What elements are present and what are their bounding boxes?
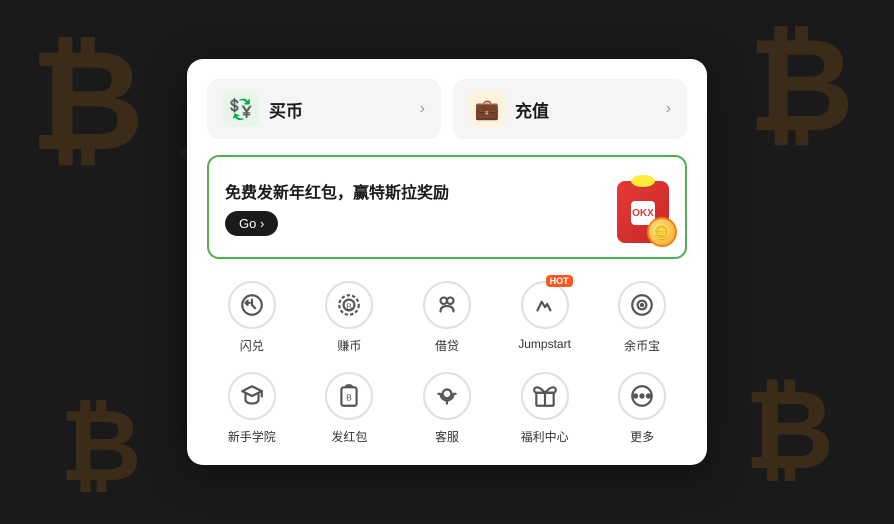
- earn-label: 赚币: [337, 337, 361, 354]
- svg-text:B: B: [347, 301, 353, 311]
- academy-item[interactable]: 新手学院: [207, 370, 297, 445]
- customer-service-label: 客服: [435, 428, 459, 445]
- recharge-button[interactable]: 💼 充值 ›: [453, 79, 687, 139]
- hot-badge: HOT: [546, 275, 573, 287]
- academy-icon: [228, 372, 276, 420]
- more-item[interactable]: 更多: [597, 370, 687, 445]
- banner-illustration: OKX 🪙: [589, 171, 669, 243]
- bg-bitcoin-4: ₿: [744, 367, 834, 494]
- loan-icon: [423, 281, 471, 329]
- savings-icon: [618, 281, 666, 329]
- academy-label: 新手学院: [228, 428, 276, 445]
- buy-coin-label: 买币: [269, 97, 303, 122]
- bg-bitcoin-1: ₿: [30, 20, 144, 182]
- jumpstart-label: Jumpstart: [518, 337, 571, 351]
- svg-text:B: B: [347, 392, 353, 402]
- welfare-icon: [521, 372, 569, 420]
- loan-label: 借贷: [435, 337, 459, 354]
- flash-swap-item[interactable]: 闪兑: [207, 279, 297, 354]
- feature-grid: 闪兑 B 赚币: [207, 279, 687, 445]
- red-packet-item[interactable]: B 发红包: [305, 370, 395, 445]
- banner-go-button[interactable]: Go ›: [225, 211, 278, 236]
- main-card: 💱 买币 › 💼 充值 › 免费发新年红包，赢特斯拉奖励 Go › OKX 🪙 …: [187, 59, 707, 465]
- welfare-label: 福利中心: [521, 428, 569, 445]
- jumpstart-item[interactable]: HOT Jumpstart: [500, 279, 590, 354]
- recharge-chevron: ›: [666, 100, 671, 118]
- buy-coin-icon: 💱: [223, 91, 259, 127]
- buy-coin-button[interactable]: 💱 买币 ›: [207, 79, 441, 139]
- recharge-icon: 💼: [469, 91, 505, 127]
- bg-bitcoin-3: ₿: [748, 10, 854, 160]
- recharge-label: 充值: [515, 97, 549, 122]
- red-packet-icon: B: [325, 372, 373, 420]
- savings-label: 余币宝: [624, 337, 660, 354]
- banner-text: 免费发新年红包，赢特斯拉奖励: [225, 179, 449, 203]
- savings-item[interactable]: 余币宝: [597, 279, 687, 354]
- earn-icon: B: [325, 281, 373, 329]
- top-buttons-row: 💱 买币 › 💼 充值 ›: [207, 79, 687, 139]
- cursor-pointer-icon: ☞: [223, 252, 248, 259]
- banner-content: 免费发新年红包，赢特斯拉奖励 Go ›: [225, 179, 449, 236]
- bg-bitcoin-2: ₿: [60, 389, 142, 504]
- earn-item[interactable]: B 赚币: [305, 279, 395, 354]
- customer-service-icon: [423, 372, 471, 420]
- red-packet-label: 发红包: [331, 428, 367, 445]
- loan-item[interactable]: 借贷: [402, 279, 492, 354]
- more-label: 更多: [630, 428, 654, 445]
- customer-service-item[interactable]: 客服: [402, 370, 492, 445]
- promo-banner[interactable]: 免费发新年红包，赢特斯拉奖励 Go › OKX 🪙 ☞: [207, 155, 687, 259]
- flash-swap-label: 闪兑: [240, 337, 264, 354]
- welfare-item[interactable]: 福利中心: [500, 370, 590, 445]
- more-icon: [618, 372, 666, 420]
- coin-icon: 🪙: [647, 217, 677, 247]
- flash-swap-icon: [228, 281, 276, 329]
- buy-coin-chevron: ›: [420, 100, 425, 118]
- jumpstart-icon: [521, 281, 569, 329]
